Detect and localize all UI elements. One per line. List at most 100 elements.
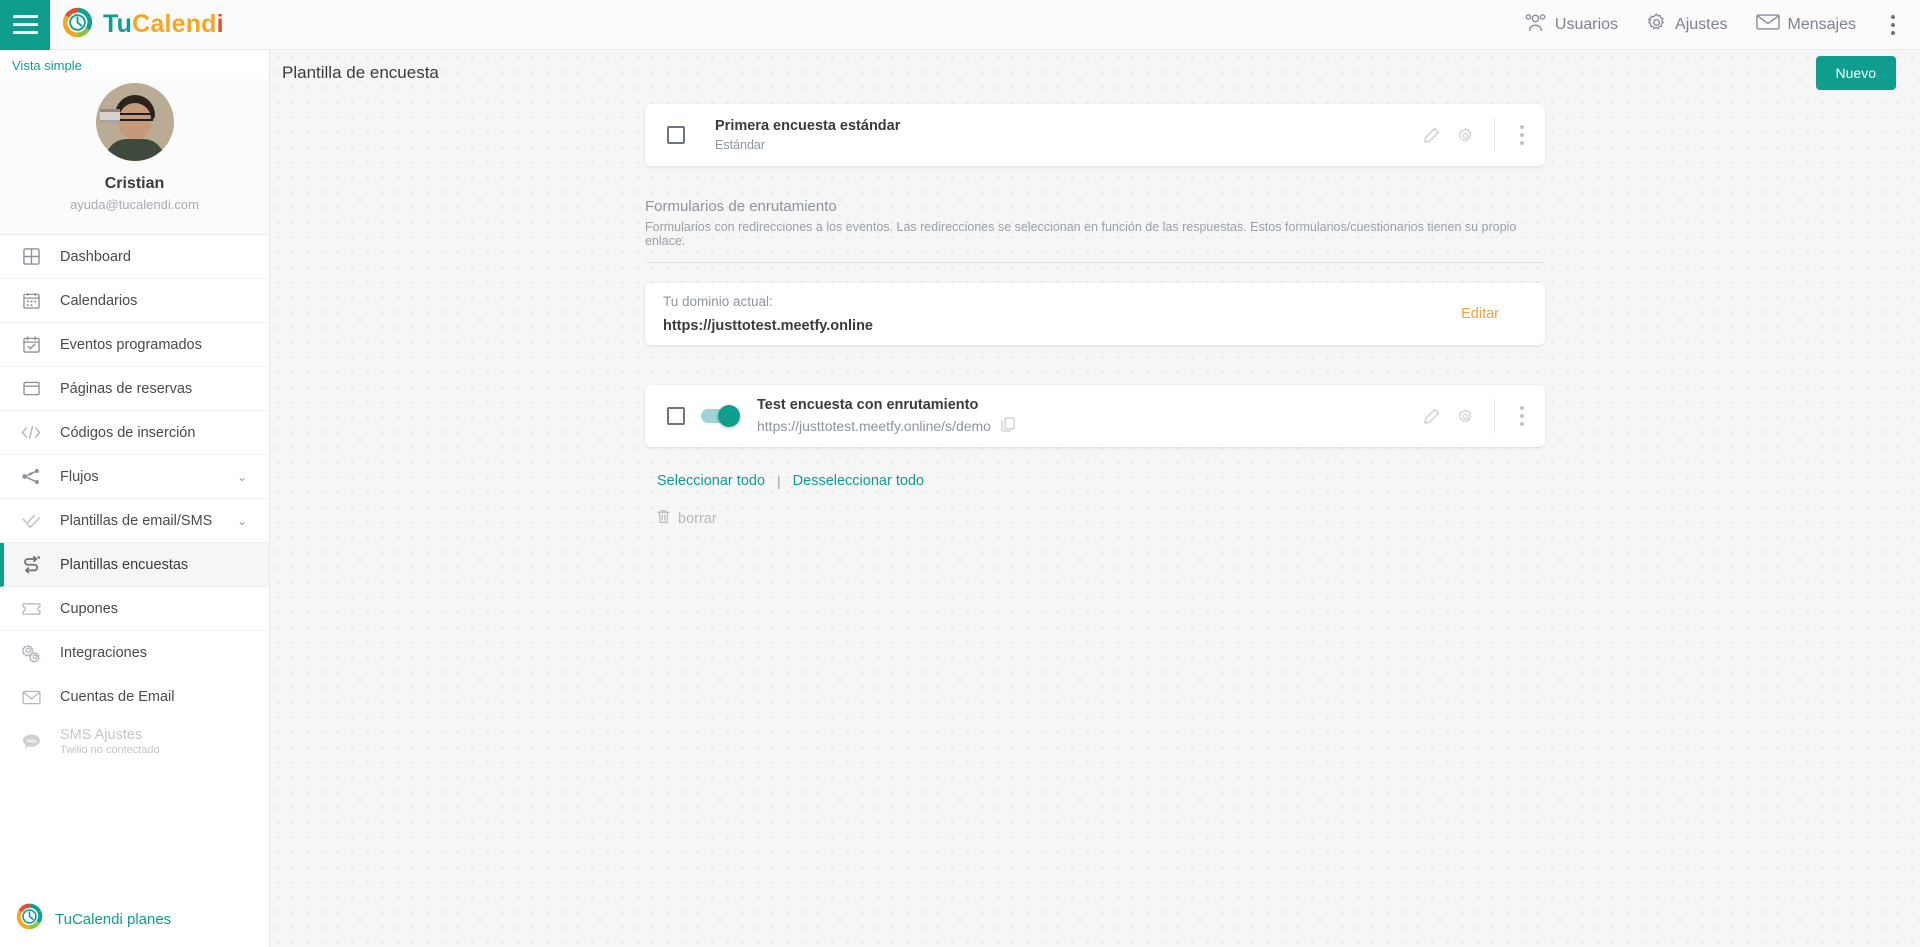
ticket-icon bbox=[16, 602, 46, 616]
users-icon bbox=[1524, 13, 1547, 37]
sidebar-item-label: Páginas de reservas bbox=[60, 380, 193, 397]
kebab-dot bbox=[1520, 414, 1524, 418]
survey-title: Test encuesta con enrutamiento bbox=[757, 397, 979, 413]
sidebar-item-paginas-de-reservas[interactable]: Páginas de reservas bbox=[0, 367, 269, 411]
copy-icon[interactable] bbox=[1001, 417, 1015, 435]
delete-label: borrar bbox=[678, 510, 717, 527]
hamburger-line bbox=[12, 31, 38, 34]
sidebar-item-cuentas-de-email[interactable]: Cuentas de Email bbox=[0, 675, 269, 719]
domain-card-text: Tu dominio actual: https://justtotest.me… bbox=[663, 294, 873, 334]
hamburger-icon[interactable] bbox=[0, 0, 50, 50]
kebab-dot bbox=[1891, 14, 1895, 19]
chevron-down-icon[interactable]: ⌄ bbox=[237, 514, 247, 528]
survey-checkbox[interactable] bbox=[667, 126, 685, 144]
view-mode-toggle[interactable]: Vista simple bbox=[0, 50, 269, 79]
sidebar-item-label: Códigos de inserción bbox=[60, 424, 196, 441]
deselect-all-link[interactable]: Desseleccionar todo bbox=[793, 473, 924, 489]
select-all-link[interactable]: Seleccionar todo bbox=[657, 473, 765, 489]
survey-card-routing[interactable]: Test encuesta con enrutamiento https://j… bbox=[645, 385, 1545, 447]
sidebar-item-label: Plantillas de email/SMS bbox=[60, 512, 213, 529]
double-check-icon bbox=[16, 513, 46, 529]
routing-forms-title: Formularios de enrutamiento bbox=[645, 198, 837, 215]
edit-domain-link[interactable]: Editar bbox=[1461, 306, 1499, 322]
routing-forms-header: Formularios de enrutamiento Formularios … bbox=[645, 198, 1545, 263]
tucalendi-logo-icon bbox=[16, 903, 43, 935]
code-icon bbox=[16, 425, 46, 440]
sidebar-plans-link[interactable]: TuCalendi planes bbox=[0, 891, 269, 947]
selection-separator: | bbox=[777, 473, 781, 489]
survey-card-actions bbox=[1414, 118, 1537, 152]
sidebar-item-sublabel: Twilio no contectado bbox=[60, 743, 160, 756]
gears-icon bbox=[16, 644, 46, 663]
window-icon bbox=[16, 381, 46, 396]
sidebar-profile: Cristian ayuda@tucalendi.com bbox=[0, 79, 269, 235]
sidebar-item-dashboard[interactable]: Dashboard bbox=[0, 235, 269, 279]
routing-forms-description: Formularios con redirecciones a los even… bbox=[645, 220, 1517, 248]
survey-enable-toggle[interactable] bbox=[701, 405, 740, 427]
svg-text:SMS: SMS bbox=[26, 738, 36, 744]
tucalendi-logo-icon bbox=[62, 7, 93, 43]
top-nav-mensajes-label: Mensajes bbox=[1787, 15, 1856, 33]
brand-part-1: Tu bbox=[103, 10, 133, 38]
chevron-down-icon[interactable]: ⌄ bbox=[237, 470, 247, 484]
pencil-icon[interactable] bbox=[1414, 118, 1448, 152]
brand-name: TuCalendi bbox=[103, 10, 224, 39]
pencil-icon[interactable] bbox=[1414, 399, 1448, 433]
sidebar-item-plantillas-de-email-sms[interactable]: Plantillas de email/SMS ⌄ bbox=[0, 499, 269, 543]
avatar[interactable] bbox=[95, 83, 174, 161]
sidebar-item-plantillas-encuestas[interactable]: Plantillas encuestas bbox=[0, 543, 269, 587]
gear-icon[interactable] bbox=[1448, 118, 1482, 152]
calendar-icon bbox=[16, 292, 46, 309]
kebab-dot bbox=[1891, 22, 1895, 27]
sidebar-item-label: Cuentas de Email bbox=[60, 689, 175, 705]
survey-checkbox[interactable] bbox=[667, 407, 685, 425]
brand-logo[interactable]: TuCalendi bbox=[62, 7, 224, 43]
sidebar-item-label: Integraciones bbox=[60, 645, 148, 661]
sidebar-item-label: Dashboard bbox=[60, 248, 131, 265]
kebab-dot bbox=[1891, 30, 1895, 35]
envelope-icon bbox=[1755, 13, 1780, 36]
top-nav-usuarios-label: Usuarios bbox=[1554, 15, 1619, 33]
gear-icon[interactable] bbox=[1448, 399, 1482, 433]
survey-subtitle: Estándar bbox=[715, 138, 766, 152]
sidebar-item-codigos-de-insercion[interactable]: Códigos de inserción bbox=[0, 411, 269, 455]
sidebar-item-label: Calendarios bbox=[60, 292, 138, 309]
kebab-dot bbox=[1520, 406, 1524, 410]
domain-section: Tu dominio actual: https://justtotest.me… bbox=[645, 283, 1545, 345]
sidebar-item-eventos-programados[interactable]: Eventos programados bbox=[0, 323, 269, 367]
new-button[interactable]: Nuevo bbox=[1815, 56, 1896, 90]
action-divider bbox=[1494, 399, 1495, 433]
top-nav-ajustes[interactable]: Ajustes bbox=[1632, 4, 1741, 46]
sidebar-item-sms-ajustes[interactable]: SMS SMS Ajustes Twilio no contectado bbox=[0, 719, 269, 763]
survey-card-standard[interactable]: Primera encuesta estándar Estándar bbox=[645, 104, 1545, 166]
top-nav-mensajes[interactable]: Mensajes bbox=[1742, 5, 1870, 44]
kebab-menu-icon[interactable] bbox=[1876, 5, 1910, 45]
avatar-glasses bbox=[116, 113, 153, 121]
action-divider bbox=[1494, 118, 1495, 152]
sms-icon: SMS bbox=[16, 733, 46, 750]
sidebar-item-cupones[interactable]: Cupones bbox=[0, 587, 269, 631]
survey-card-text: Primera encuesta estándar Estándar bbox=[715, 118, 900, 152]
sidebar-item-integraciones[interactable]: Integraciones bbox=[0, 631, 269, 675]
kebab-dot bbox=[1520, 125, 1524, 129]
sidebar-item-text: SMS Ajustes Twilio no contectado bbox=[46, 727, 160, 756]
sidebar-item-flujos[interactable]: Flujos ⌄ bbox=[0, 455, 269, 499]
sidebar: Vista simple Cristian ayuda@tucalendi.co… bbox=[0, 50, 270, 947]
domain-label: Tu dominio actual: bbox=[663, 294, 773, 309]
delete-button[interactable]: borrar bbox=[657, 509, 1545, 528]
page-title: Plantilla de encuesta bbox=[282, 63, 439, 82]
survey-url-row: https://justtotest.meetfy.online/s/demo bbox=[757, 417, 1015, 435]
kebab-menu-icon[interactable] bbox=[1507, 118, 1537, 152]
top-nav-usuarios[interactable]: Usuarios bbox=[1510, 5, 1632, 45]
top-header-actions: Usuarios Ajustes Mensajes bbox=[1510, 4, 1920, 46]
toggle-knob bbox=[718, 405, 740, 427]
calendar-check-icon bbox=[16, 336, 46, 353]
sidebar-item-label: Plantillas encuestas bbox=[60, 556, 189, 573]
survey-url: https://justtotest.meetfy.online/s/demo bbox=[757, 418, 991, 434]
profile-email: ayuda@tucalendi.com bbox=[70, 197, 199, 212]
content-area: Primera encuesta estándar Estándar Formu… bbox=[270, 96, 1920, 528]
sidebar-item-calendarios[interactable]: Calendarios bbox=[0, 279, 269, 323]
kebab-menu-icon[interactable] bbox=[1507, 399, 1537, 433]
main-content: Plantilla de encuesta Nuevo Primera encu… bbox=[270, 50, 1920, 947]
avatar-books bbox=[99, 109, 120, 123]
